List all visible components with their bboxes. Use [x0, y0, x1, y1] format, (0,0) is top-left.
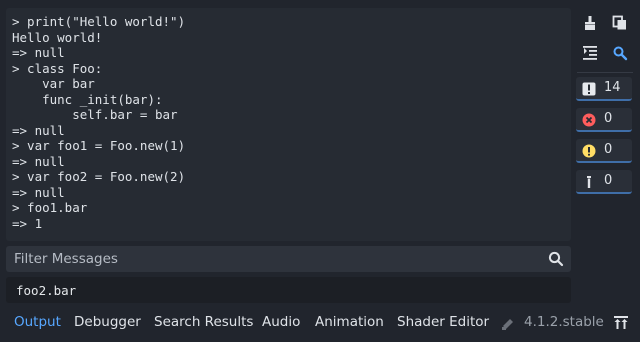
tab-shader-editor[interactable]: Shader Editor [397, 314, 489, 330]
console-line: var bar [12, 76, 95, 91]
messages-count: 14 [604, 80, 621, 95]
toggle-errors-button[interactable]: 0 [576, 108, 632, 132]
copy-icon[interactable] [609, 12, 631, 34]
toggle-warnings-button[interactable]: 0 [576, 139, 632, 163]
warning-icon [582, 143, 596, 158]
toggle-messages-button[interactable]: 14 [576, 77, 632, 101]
broom-icon[interactable] [579, 12, 601, 34]
tab-animation[interactable]: Animation [315, 314, 384, 330]
console-line: => null [12, 122, 65, 138]
console-line: > var foo1 = Foo.new(1) [12, 138, 186, 153]
expression-bar [6, 277, 571, 303]
expression-input[interactable] [6, 277, 571, 303]
console-line: => 1 [12, 215, 43, 231]
side-toolbar: 14 0 0 0 [575, 8, 635, 201]
console-line: > var foo2 = Foo.new(2) [12, 169, 186, 184]
error-icon [582, 112, 596, 127]
tab-search-results[interactable]: Search Results [154, 314, 253, 330]
exclamation-icon [582, 81, 596, 96]
toggle-editor-messages-button[interactable]: 0 [576, 170, 632, 194]
console-line: => null [12, 153, 65, 169]
godot-icon [501, 316, 515, 330]
output-panel: > print("Hello world!") Hello world! => … [0, 0, 640, 342]
tab-output[interactable]: Output [14, 314, 61, 330]
filter-messages-input[interactable] [6, 246, 536, 272]
editor-count: 0 [604, 173, 613, 188]
console-line: > foo1.bar [12, 200, 88, 215]
console-line: => null [12, 45, 65, 60]
console-line: > class Foo: [12, 60, 103, 76]
expand-panel-icon[interactable] [612, 314, 630, 332]
divider [577, 72, 633, 73]
search-icon[interactable] [547, 250, 565, 268]
console-line: > print("Hello world!") [12, 14, 186, 29]
tab-debugger[interactable]: Debugger [74, 314, 141, 330]
console-line: => null [12, 184, 65, 200]
editor-icon [582, 174, 596, 188]
console-line: Hello world! [12, 29, 103, 45]
console-line: self.bar = bar [12, 107, 178, 122]
console-log[interactable]: > print("Hello world!") Hello world! => … [6, 8, 571, 241]
console-lines: > print("Hello world!") Hello world! => … [6, 8, 571, 231]
collapse-duplicates-icon[interactable] [579, 42, 601, 64]
search-icon[interactable] [609, 42, 631, 64]
filter-bar [6, 246, 571, 272]
bottom-panel-tabs: Output Debugger Search Results Audio Ani… [0, 308, 640, 338]
version-label[interactable]: 4.1.2.stable [524, 314, 604, 330]
tab-audio[interactable]: Audio [262, 314, 300, 330]
console-line: func _init(bar): [12, 91, 163, 107]
errors-count: 0 [604, 111, 613, 126]
warnings-count: 0 [604, 142, 613, 157]
